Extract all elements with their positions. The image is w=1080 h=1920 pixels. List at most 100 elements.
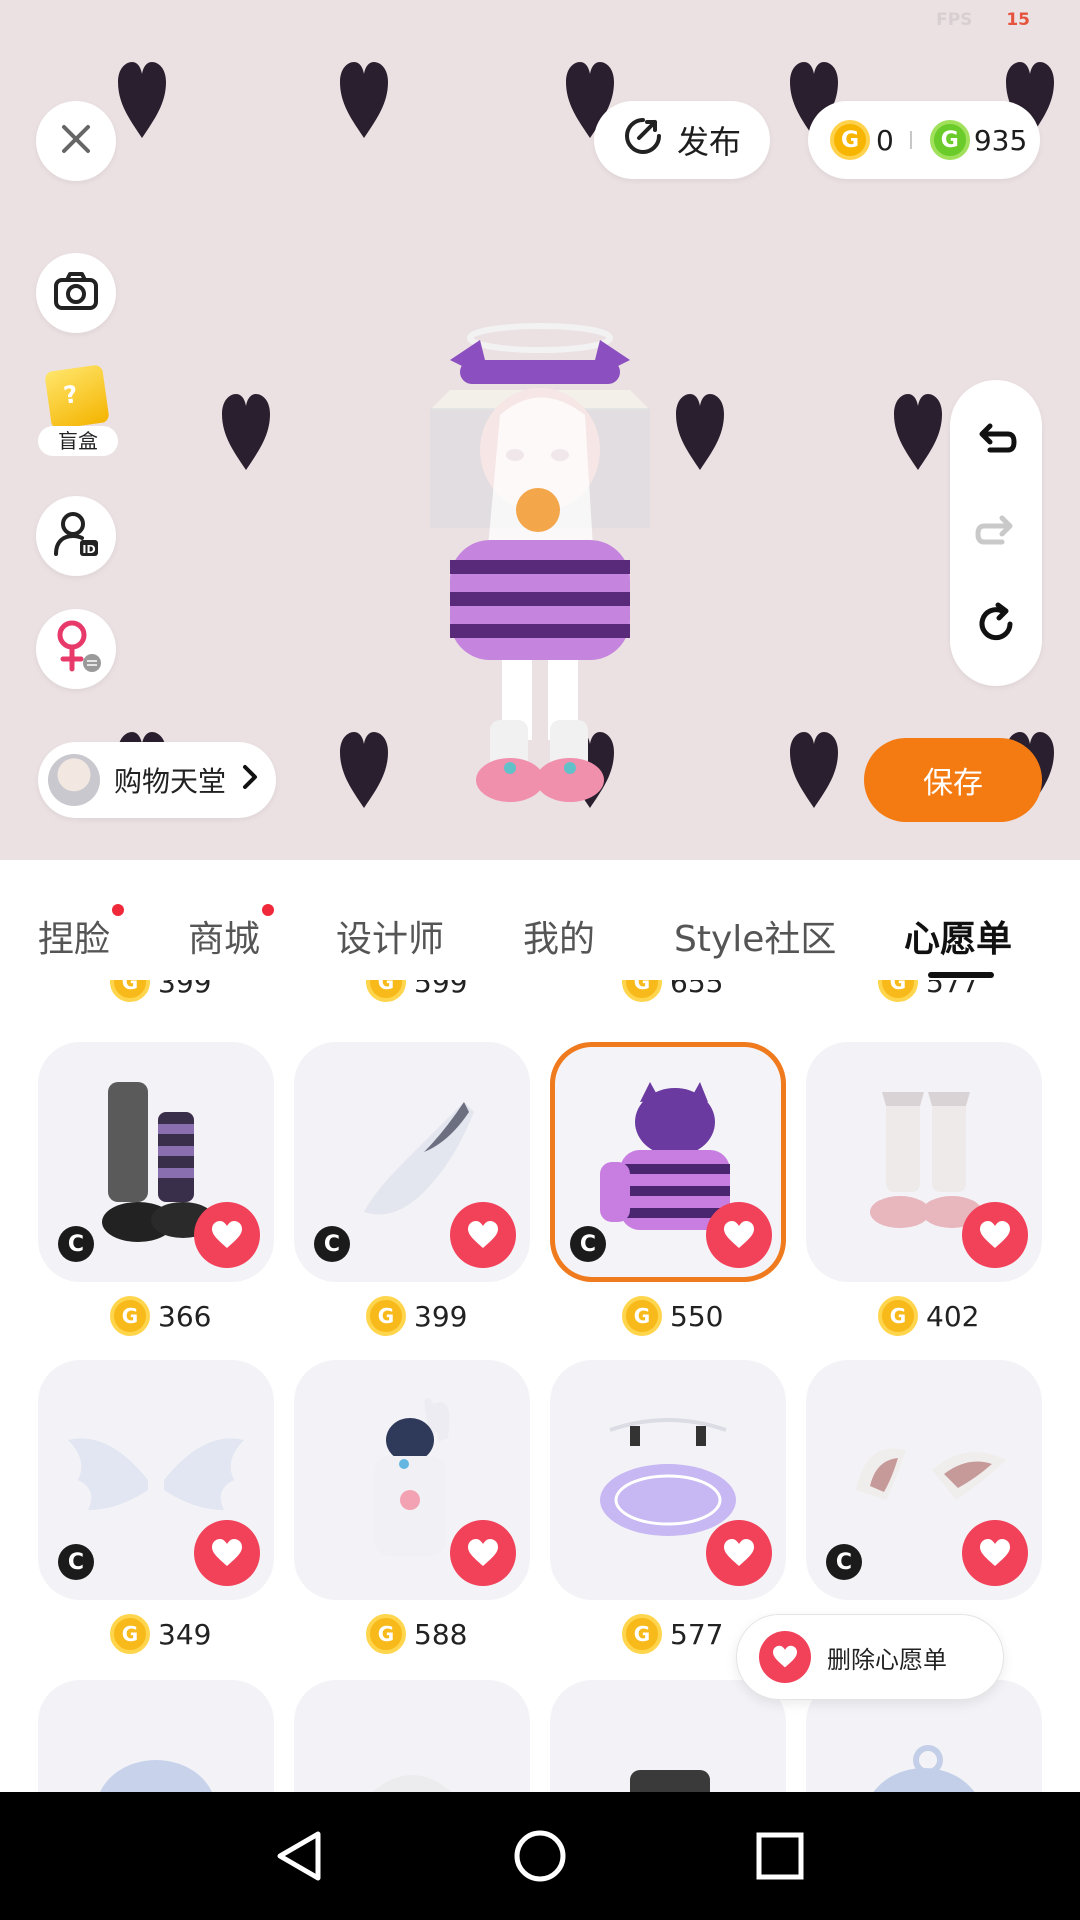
wishlist-item-card[interactable] — [550, 1360, 786, 1600]
decorative-heart-icon — [338, 730, 390, 810]
reset-button[interactable] — [974, 602, 1018, 646]
tab-label: Style社区 — [674, 919, 837, 960]
avatar-id-button[interactable]: ID — [36, 496, 116, 576]
favorite-heart-button[interactable] — [706, 1202, 772, 1268]
creator-badge-icon: C — [58, 1544, 94, 1580]
wishlist-item-card-selected[interactable]: C — [550, 1042, 786, 1282]
creator-badge-icon: C — [314, 1226, 350, 1262]
item-price: G 655 — [622, 980, 723, 1002]
heart-icon — [468, 1539, 498, 1566]
wishlist-item-card[interactable] — [38, 1680, 274, 1792]
tab-label: 捏脸 — [38, 919, 111, 960]
publish-button[interactable]: 发布 — [594, 101, 770, 179]
female-gender-icon — [50, 619, 102, 679]
creator-badge-icon: C — [826, 1544, 862, 1580]
item-price: G 599 — [366, 980, 467, 1002]
save-button[interactable]: 保存 — [864, 738, 1042, 822]
price-value: 402 — [926, 1299, 980, 1333]
shop-label: 购物天堂 — [114, 765, 227, 798]
price-value: 550 — [670, 1299, 724, 1333]
item-price: G 399 — [366, 1296, 467, 1336]
wishlist-item-card[interactable]: C — [38, 1042, 274, 1282]
favorite-heart-button[interactable] — [194, 1202, 260, 1268]
hair-item-image — [100, 1760, 212, 1792]
remove-from-wishlist-popover[interactable]: 删除心愿单 — [736, 1614, 1004, 1700]
favorite-heart-button[interactable] — [962, 1202, 1028, 1268]
item-price: G 399 — [110, 980, 211, 1002]
home-button[interactable] — [510, 1826, 570, 1886]
price-value: 366 — [158, 1299, 212, 1333]
tab-style-community[interactable]: Style社区 — [674, 910, 836, 962]
wishlist-item-card[interactable] — [294, 1680, 530, 1792]
coin-icon: G — [878, 1296, 918, 1336]
close-button[interactable] — [36, 101, 116, 181]
creator-badge-icon: C — [570, 1226, 606, 1262]
heart-icon — [724, 1539, 754, 1566]
wishlist-item-card[interactable]: C — [806, 1360, 1042, 1600]
price-value: 399 — [158, 980, 212, 999]
redo-button[interactable] — [974, 512, 1018, 556]
wishlist-item-card[interactable] — [550, 1680, 786, 1792]
popover-label: 删除心愿单 — [827, 1645, 947, 1674]
item-price: G 366 — [110, 1296, 211, 1336]
tab-face-editor[interactable]: 捏脸 — [38, 904, 125, 962]
price-value: 577 — [670, 1617, 724, 1651]
heart-icon — [724, 1221, 754, 1248]
category-tabs: 捏脸 商城 设计师 我的 Style社区 心愿单 — [0, 860, 1080, 980]
camera-button[interactable] — [36, 253, 116, 333]
favorite-heart-button[interactable] — [194, 1520, 260, 1586]
active-tab-indicator — [928, 972, 994, 978]
tab-designer[interactable]: 设计师 — [336, 910, 444, 962]
item-price: G 577 — [878, 980, 979, 1002]
decorative-heart-icon — [674, 392, 726, 472]
blind-box-label: 盲盒 — [38, 426, 118, 456]
blind-box-button[interactable]: ? 盲盒 — [38, 364, 118, 460]
gender-switch-button[interactable] — [36, 609, 116, 689]
chevron-right-icon — [242, 763, 258, 798]
coin-icon: G — [110, 1296, 150, 1336]
redo-icon — [974, 515, 1018, 560]
favorite-heart-button[interactable] — [706, 1520, 772, 1586]
currency-balance[interactable]: G 0 G 935 — [808, 101, 1040, 179]
svg-text:ID: ID — [82, 543, 95, 556]
avatar-preview-scene: FPS 15 发布 G 0 G 935 ? 盲盒 ID 购物天堂 保存 — [0, 0, 1080, 860]
price-value: 349 — [158, 1617, 212, 1651]
heart-icon — [212, 1539, 242, 1566]
system-navigation-bar — [0, 1792, 1080, 1920]
wishlist-item-card[interactable] — [294, 1360, 530, 1600]
coin-icon: G — [110, 980, 150, 1002]
avatar-character[interactable] — [410, 320, 670, 820]
refresh-icon — [974, 602, 1018, 650]
home-circle-icon — [514, 1830, 566, 1882]
fps-value: 15 — [1006, 10, 1030, 30]
wishlist-item-card[interactable]: C — [294, 1042, 530, 1282]
price-value: 588 — [414, 1617, 468, 1651]
wishlist-item-card[interactable] — [806, 1042, 1042, 1282]
green-coin-count: 935 — [973, 123, 1028, 157]
undo-button[interactable] — [974, 420, 1018, 464]
fps-counter: FPS 15 — [936, 10, 1030, 30]
fps-label: FPS — [936, 10, 973, 30]
tab-mine[interactable]: 我的 — [523, 910, 595, 962]
favorite-heart-button[interactable] — [450, 1520, 516, 1586]
accessory-item-image — [372, 1775, 452, 1792]
heart-icon — [212, 1221, 242, 1248]
decorative-heart-icon — [116, 60, 168, 140]
blind-box-icon: ? — [44, 364, 110, 430]
tab-wishlist[interactable]: 心愿单 — [904, 910, 1012, 962]
wishlist-item-card[interactable]: C — [38, 1360, 274, 1600]
favorite-heart-button[interactable] — [450, 1202, 516, 1268]
boots-item-image — [630, 1770, 710, 1792]
item-price: G 588 — [366, 1614, 467, 1654]
recents-button[interactable] — [750, 1826, 810, 1886]
tab-label: 设计师 — [336, 919, 445, 960]
camera-icon — [53, 271, 99, 315]
green-coin-icon: G — [929, 120, 970, 160]
coin-icon: G — [622, 1614, 662, 1654]
favorite-heart-button[interactable] — [962, 1520, 1028, 1586]
tab-mall[interactable]: 商城 — [188, 904, 275, 962]
shop-paradise-button[interactable]: 购物天堂 — [38, 742, 276, 818]
coin-icon: G — [622, 980, 662, 1002]
back-button[interactable] — [270, 1826, 330, 1886]
price-value: 399 — [414, 1299, 468, 1333]
